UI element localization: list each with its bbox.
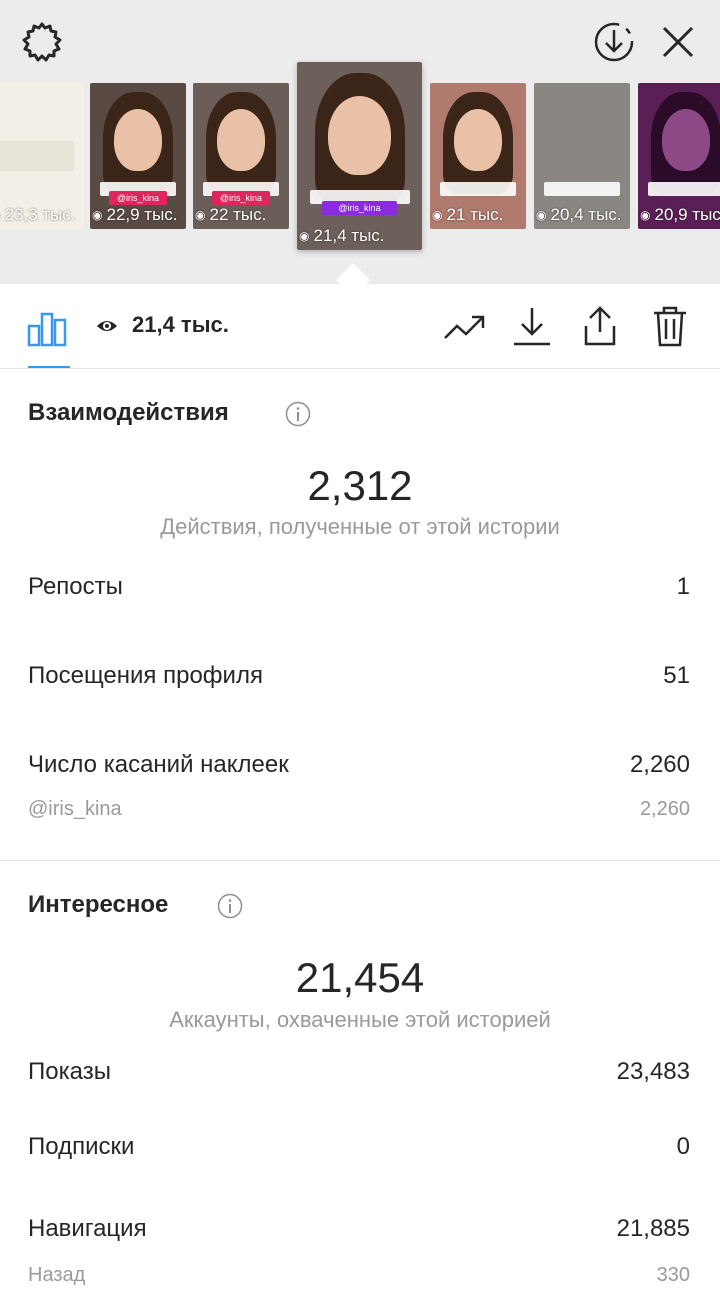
row-label: Число касаний наклеек (28, 751, 289, 779)
thumbnail-face (662, 109, 710, 170)
row-label: Подписки (28, 1133, 134, 1161)
profile-visits-row: Посещения профиля 51 (28, 662, 690, 692)
trending-up-icon (442, 304, 486, 348)
story-thumbnail[interactable]: @iris_kina ◉ 21,4 тыс. (297, 62, 422, 250)
impressions-row: Показы 23,483 (28, 1058, 690, 1088)
share-button[interactable] (578, 304, 622, 348)
interactions-total: 2,312 (0, 462, 720, 510)
thumbnail-views: ◉ 21 тыс. (432, 205, 503, 225)
row-value: 2,260 (630, 751, 690, 779)
thumbnail-view-count: 22 тыс. (209, 205, 266, 225)
eye-icon: ◉ (195, 208, 205, 222)
row-value: 2,260 (640, 798, 690, 821)
row-label: Репосты (28, 573, 123, 601)
eye-icon: ◉ (92, 208, 102, 222)
thumbnail-view-count: 20,9 тыс. (654, 205, 720, 225)
story-thumbnail[interactable]: ◉ 20,4 тыс. (534, 83, 630, 229)
navigation-row: Навигация 21,885 (28, 1215, 690, 1245)
story-strip-area: ◉23,3 тыс.@iris_kina◉22,9 тыс.@iris_kina… (0, 0, 720, 284)
row-label: Посещения профиля (28, 662, 263, 690)
thumbnail-views: ◉ 21,4 тыс. (299, 226, 385, 246)
row-label: @iris_kina (28, 798, 122, 821)
reposts-row: Репосты 1 (28, 573, 690, 603)
thumbnail-views: ◉ 20,9 тыс. (640, 205, 720, 225)
row-value: 330 (657, 1264, 690, 1287)
row-value: 0 (677, 1133, 690, 1161)
thumbnail-caption-sticker (440, 182, 517, 196)
thumbnail-views: ◉23,3 тыс. (0, 205, 76, 225)
thumbnail-mention-tag: @iris_kina (322, 201, 397, 215)
thumbnail-face (454, 109, 502, 170)
story-thumbnail[interactable]: ◉ 20,9 тыс. (638, 83, 720, 229)
insights-tab[interactable] (26, 304, 70, 348)
thumbnail-mention-tag: @iris_kina (109, 191, 167, 205)
promote-button[interactable] (442, 304, 486, 348)
story-view-count: 21,4 тыс. (132, 312, 229, 338)
thumbnail-product-block (0, 141, 74, 171)
thumbnail-face (328, 96, 391, 175)
trash-icon (648, 304, 692, 348)
discovery-total: 21,454 (0, 954, 720, 1002)
bar-chart-icon (26, 304, 70, 348)
row-label: Навигация (28, 1215, 147, 1243)
row-value: 21,885 (617, 1215, 690, 1243)
story-thumbnail[interactable]: @iris_kina ◉ 22 тыс. (193, 83, 289, 229)
thumbnail-face (217, 109, 265, 170)
interactions-info-icon[interactable] (285, 401, 311, 427)
interactions-caption: Действия, полученные от этой истории (0, 514, 720, 540)
discovery-title: Интересное (28, 891, 168, 919)
thumbnail-face (114, 109, 162, 170)
row-value: 1 (677, 573, 690, 601)
discovery-caption: Аккаунты, охваченные этой историей (0, 1007, 720, 1033)
discovery-info-icon[interactable] (217, 893, 243, 919)
eye-icon: ◉ (432, 208, 442, 222)
back-row: Назад 330 (28, 1264, 690, 1294)
eye-icon: ◉ (299, 229, 309, 243)
sticker-mention-row: @iris_kina 2,260 (28, 798, 690, 828)
thumbnail-views: ◉ 22 тыс. (195, 205, 266, 225)
thumbnail-mention-tag: @iris_kina (212, 191, 270, 205)
thumbnail-view-count: 21,4 тыс. (313, 226, 384, 246)
row-label: Показы (28, 1058, 111, 1086)
close-button[interactable] (654, 18, 702, 66)
download-story-button[interactable] (590, 18, 638, 66)
thumbnail-caption-sticker (544, 182, 621, 196)
story-toolbar: 21,4 тыс. (0, 284, 720, 369)
sticker-taps-row: Число касаний наклеек 2,260 (28, 751, 690, 781)
story-thumbnail[interactable]: ◉ 21 тыс. (430, 83, 526, 229)
download-icon (510, 304, 554, 348)
share-icon (578, 304, 622, 348)
thumbnail-view-count: 20,4 тыс. (550, 205, 621, 225)
story-thumbnail[interactable]: ◉23,3 тыс. (0, 83, 84, 229)
close-icon (660, 24, 696, 60)
story-thumbnail[interactable]: @iris_kina ◉ 22,9 тыс. (90, 83, 186, 229)
eye-icon (96, 317, 118, 335)
section-divider (0, 860, 720, 861)
thumbnail-caption-sticker (648, 182, 720, 196)
eye-icon: ◉ (536, 208, 546, 222)
insights-tab-indicator (28, 366, 70, 368)
interactions-title: Взаимодействия (28, 399, 229, 427)
download-circle-icon (592, 20, 636, 64)
settings-gear-icon (20, 20, 64, 64)
follows-row: Подписки 0 (28, 1133, 690, 1163)
row-value: 23,483 (617, 1058, 690, 1086)
delete-button[interactable] (648, 304, 692, 348)
thumbnail-views: ◉ 22,9 тыс. (92, 205, 178, 225)
thumbnail-view-count: 22,9 тыс. (106, 205, 177, 225)
thumbnail-views: ◉ 20,4 тыс. (536, 205, 622, 225)
eye-icon: ◉ (640, 208, 650, 222)
row-label: Назад (28, 1264, 85, 1287)
settings-button[interactable] (18, 18, 66, 66)
thumbnail-view-count: 23,3 тыс. (4, 205, 75, 225)
thumbnail-view-count: 21 тыс. (446, 205, 503, 225)
row-value: 51 (663, 662, 690, 690)
save-button[interactable] (510, 304, 554, 348)
